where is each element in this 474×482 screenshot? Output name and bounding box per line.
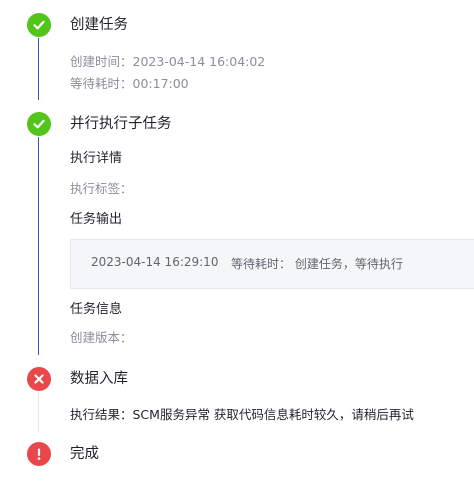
task-output-heading: 任务输出 [70, 212, 123, 227]
execution-result: 执行结果：SCM服务异常 获取代码信息耗时较久，请稍后再试 [70, 407, 414, 422]
timeline-connector-2 [38, 137, 39, 355]
task-info-heading: 任务信息 [70, 302, 123, 317]
exec-tag-label: 执行标签： [70, 181, 133, 196]
created-version-label: 创建版本： [70, 330, 133, 345]
timeline-connector-1 [38, 38, 39, 100]
success-check-icon [27, 13, 51, 37]
error-exclamation-icon [27, 442, 51, 466]
exec-detail-heading: 执行详情 [70, 151, 123, 166]
output-timestamp: 2023-04-14 16:29:10 [91, 255, 219, 269]
step-title-create-task: 创建任务 [70, 17, 128, 33]
output-message: 等待耗时： 创建任务，等待执行 [231, 257, 403, 271]
timeline-connector-3 [38, 392, 39, 432]
step-title-parallel-subtasks: 并行执行子任务 [70, 116, 172, 132]
created-time: 创建时间：2023-04-14 16:04:02 [70, 54, 266, 69]
step-title-data-ingest: 数据入库 [70, 371, 128, 387]
task-timeline: 创建任务 创建时间：2023-04-14 16:04:02 等待耗时：00:17… [0, 0, 474, 482]
wait-time: 等待耗时：00:17:00 [70, 76, 189, 91]
step-title-complete: 完成 [70, 446, 99, 462]
failed-x-icon [27, 367, 51, 391]
task-output-box: 2023-04-14 16:29:10 等待耗时： 创建任务，等待执行 [70, 239, 474, 289]
success-check-icon [27, 112, 51, 136]
